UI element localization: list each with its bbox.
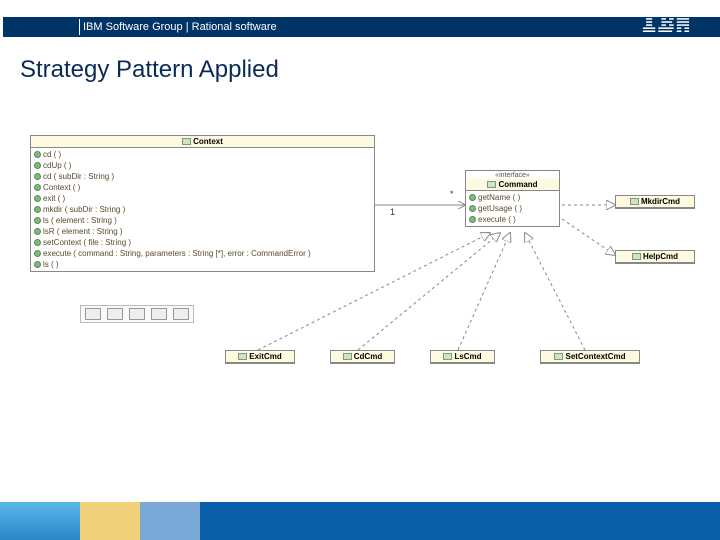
multiplicity-one: 1	[390, 207, 395, 217]
operation-icon	[34, 151, 41, 158]
multiplicity-star: *	[450, 189, 454, 199]
footer-image	[140, 502, 200, 540]
diagram-palette	[80, 305, 194, 323]
class-helpcmd[interactable]: HelpCmd	[615, 250, 695, 264]
footer-image	[200, 502, 720, 540]
class-icon	[443, 353, 452, 360]
class-icon	[632, 253, 641, 260]
interface-name: Command	[498, 180, 537, 189]
class-lscmd[interactable]: LsCmd	[430, 350, 495, 364]
footer-image	[80, 502, 140, 540]
class-mkdircmd[interactable]: MkdirCmd	[615, 195, 695, 209]
stereotype: «interface»	[466, 171, 559, 179]
class-icon	[554, 353, 563, 360]
class-name: MkdirCmd	[641, 197, 680, 206]
header-bar: IBM Software Group | Rational software	[0, 17, 720, 37]
interface-icon	[487, 181, 496, 188]
class-icon	[182, 138, 191, 145]
operation-icon	[34, 184, 41, 191]
operation-icon	[469, 194, 476, 201]
operation-icon	[469, 216, 476, 223]
operation-icon	[34, 173, 41, 180]
class-icon	[343, 353, 352, 360]
page-title: Strategy Pattern Applied	[20, 56, 279, 84]
palette-button[interactable]	[173, 308, 189, 320]
palette-button[interactable]	[107, 308, 123, 320]
class-operations: cd ( ) cdUp ( ) cd ( subDir : String ) C…	[31, 148, 374, 271]
class-name: CdCmd	[354, 352, 382, 361]
operation-icon	[34, 206, 41, 213]
class-name: HelpCmd	[643, 252, 678, 261]
footer-band	[0, 502, 720, 540]
operation-icon	[34, 195, 41, 202]
class-icon	[630, 198, 639, 205]
header-divider	[79, 19, 80, 35]
operation-icon	[34, 250, 41, 257]
palette-button[interactable]	[129, 308, 145, 320]
class-cdcmd[interactable]: CdCmd	[330, 350, 395, 364]
palette-button[interactable]	[151, 308, 167, 320]
class-exitcmd[interactable]: ExitCmd	[225, 350, 295, 364]
operation-icon	[34, 261, 41, 268]
interface-command[interactable]: «interface» Command getName ( ) getUsage…	[465, 170, 560, 227]
ibm-logo	[642, 12, 690, 32]
operation-icon	[34, 217, 41, 224]
class-setcontextcmd[interactable]: SetContextCmd	[540, 350, 640, 364]
class-icon	[238, 353, 247, 360]
class-name: LsCmd	[454, 352, 481, 361]
operation-icon	[469, 205, 476, 212]
operation-icon	[34, 162, 41, 169]
class-name: SetContextCmd	[565, 352, 625, 361]
uml-diagram: 1 * Context cd ( ) cdUp ( ) cd ( subDir …	[0, 135, 720, 415]
interface-operations: getName ( ) getUsage ( ) execute ( )	[466, 191, 559, 226]
class-context[interactable]: Context cd ( ) cdUp ( ) cd ( subDir : St…	[30, 135, 375, 272]
header-text: IBM Software Group | Rational software	[83, 21, 277, 33]
operation-icon	[34, 239, 41, 246]
footer-image	[0, 502, 80, 540]
palette-button[interactable]	[85, 308, 101, 320]
class-name: ExitCmd	[249, 352, 281, 361]
operation-icon	[34, 228, 41, 235]
class-name: Context	[193, 137, 223, 146]
